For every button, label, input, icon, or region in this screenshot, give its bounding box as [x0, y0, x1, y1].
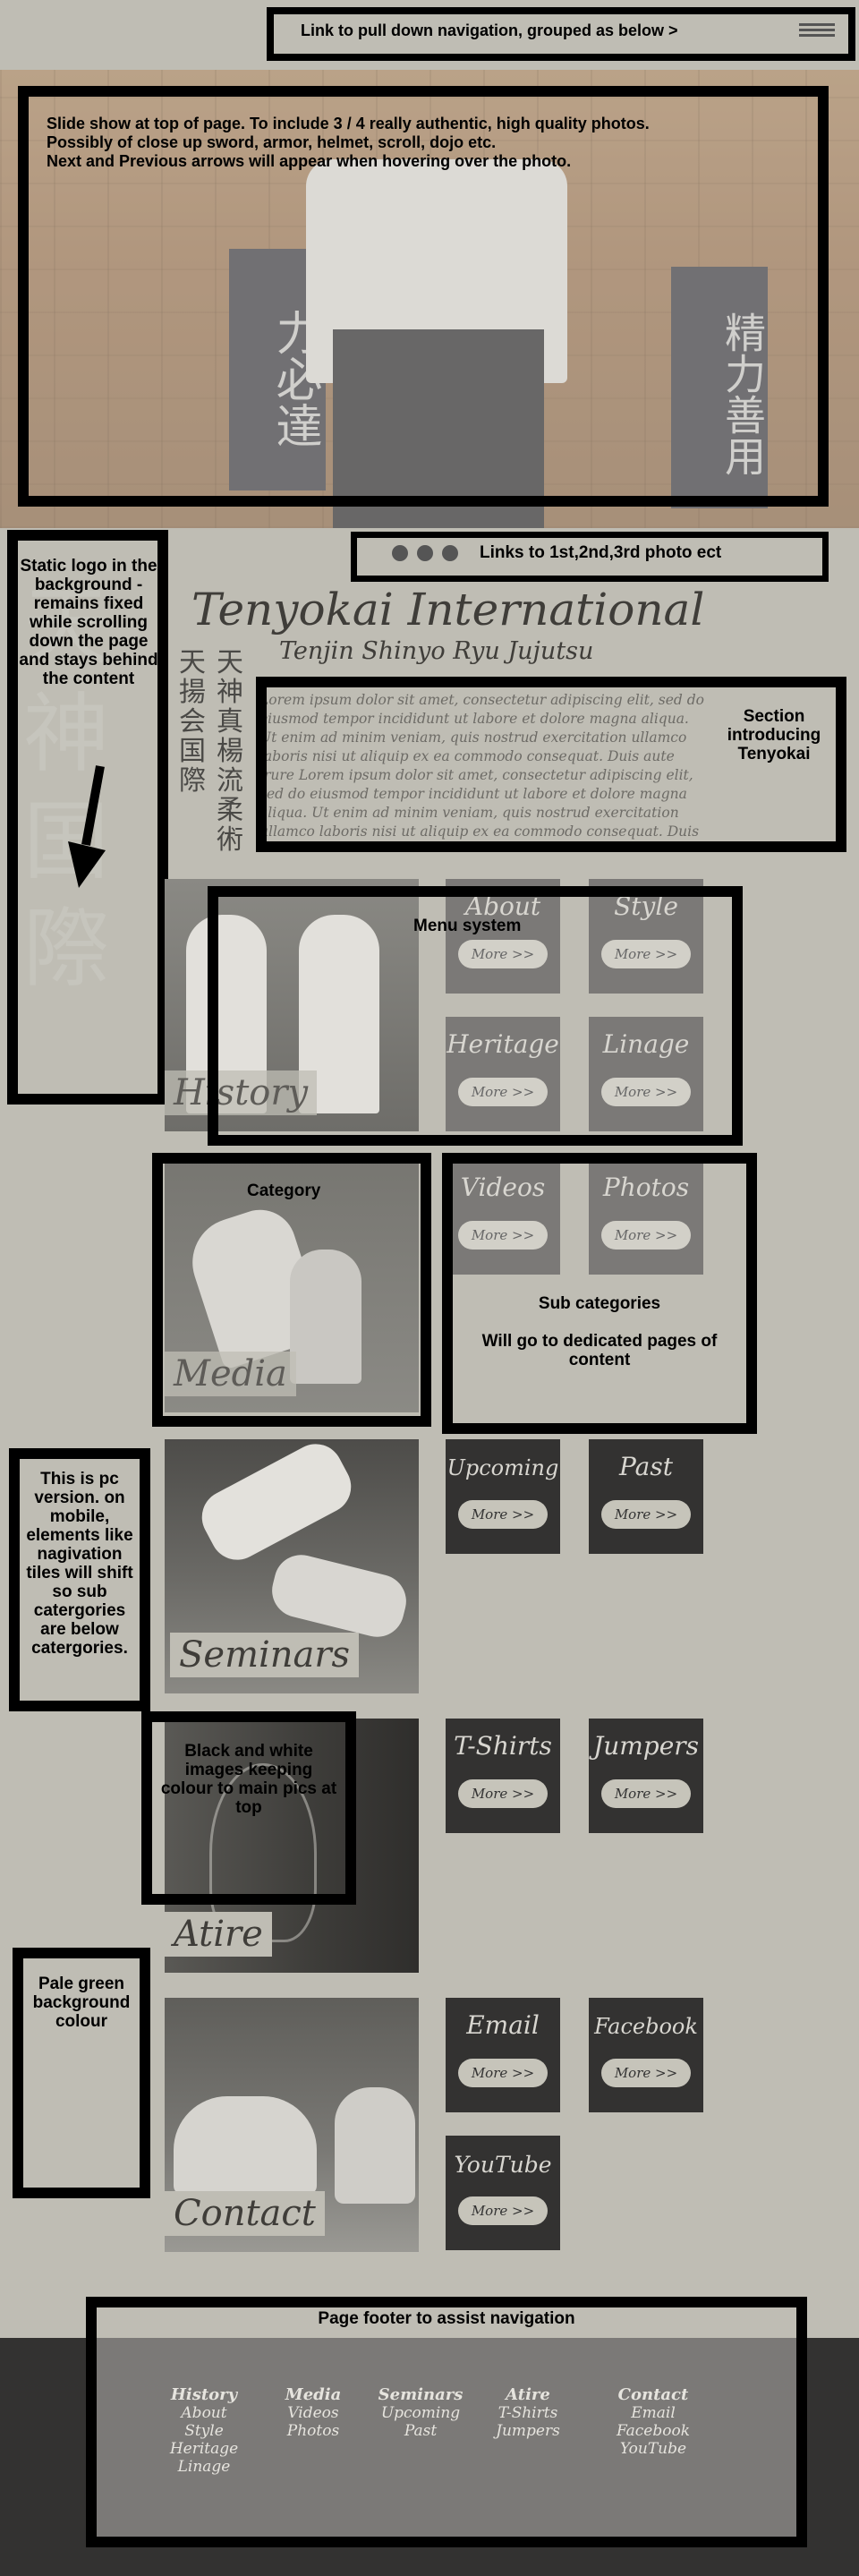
footer-col-contact: Contact Email Facebook YouTube: [608, 2386, 698, 2459]
pc-version-note: This is pc version. on mobile, elements …: [26, 1470, 133, 1658]
footer-col-seminars: Seminars Upcoming Past: [376, 2386, 465, 2441]
slide-dot-1[interactable]: [392, 545, 408, 561]
tile-youtube-more-button[interactable]: More >>: [458, 2196, 548, 2225]
slideshow-note: Slide show at top of page. To include 3 …: [47, 115, 650, 171]
sub-categories-note: Sub categories: [538, 1294, 661, 1313]
footer-link-about[interactable]: About: [159, 2404, 249, 2422]
site-subtitle: Tenjin Shinyo Ryu Jujutsu: [279, 637, 594, 665]
tile-upcoming-more-button[interactable]: More >>: [458, 1500, 548, 1529]
tile-tshirts-more-button[interactable]: More >>: [458, 1779, 548, 1808]
tile-facebook[interactable]: Facebook More >>: [589, 1998, 703, 2112]
slideshow-note-line-1: Slide show at top of page. To include 3 …: [47, 115, 650, 132]
footer-link-youtube[interactable]: YouTube: [608, 2440, 698, 2458]
footer-col-atire: Atire T-Shirts Jumpers: [483, 2386, 573, 2441]
footer-link-linage[interactable]: Linage: [159, 2458, 249, 2476]
tile-tshirts-label: T-Shirts: [454, 1731, 552, 1761]
tile-past-more-button[interactable]: More >>: [601, 1500, 691, 1529]
menu-system-note: Menu system: [413, 917, 522, 935]
logo-kanji-1: 天揚会国際: [179, 647, 206, 797]
tile-facebook-label: Facebook: [594, 2014, 698, 2039]
sub-categories-annotation: [442, 1153, 757, 1434]
tile-tshirts[interactable]: T-Shirts More >>: [446, 1719, 560, 1833]
down-arrow-icon: [68, 765, 106, 888]
slide-dot-2[interactable]: [417, 545, 433, 561]
tile-youtube-label: YouTube: [454, 2152, 552, 2178]
intro-annotation: [256, 677, 846, 852]
tile-facebook-more-button[interactable]: More >>: [601, 2059, 691, 2087]
footer-link-seminars[interactable]: Seminars: [376, 2386, 465, 2404]
footer-link-atire[interactable]: Atire: [483, 2386, 573, 2404]
hamburger-icon[interactable]: [799, 21, 835, 39]
footer-link-past[interactable]: Past: [376, 2422, 465, 2440]
footer-col-history: History About Style Heritage Linage: [159, 2386, 249, 2477]
intro-note: Section introducing Tenyokai: [727, 707, 821, 763]
tile-email-more-button[interactable]: More >>: [458, 2059, 548, 2087]
footer-link-email[interactable]: Email: [608, 2404, 698, 2422]
throw-figure-1: [192, 1439, 361, 1570]
pale-green-note: Pale green background colour: [32, 1975, 131, 2031]
black-white-note: Black and white images keeping colour to…: [160, 1742, 337, 1817]
site-title: Tenyokai International: [191, 584, 705, 635]
slideshow-note-line-3: Next and Previous arrows will appear whe…: [47, 152, 572, 170]
footer-link-jumpers[interactable]: Jumpers: [483, 2422, 573, 2440]
footer-link-tshirts[interactable]: T-Shirts: [483, 2404, 573, 2422]
tile-jumpers[interactable]: Jumpers More >>: [589, 1719, 703, 1833]
tile-past-label: Past: [619, 1452, 673, 1481]
bow-figure-2: [335, 2087, 415, 2204]
footer-link-heritage[interactable]: Heritage: [159, 2440, 249, 2458]
footer-link-contact[interactable]: Contact: [608, 2386, 698, 2404]
slide-dot-3[interactable]: [442, 545, 458, 561]
category-note: Category: [247, 1181, 321, 1200]
footer-link-upcoming[interactable]: Upcoming: [376, 2404, 465, 2422]
tile-jumpers-more-button[interactable]: More >>: [601, 1779, 691, 1808]
tile-email[interactable]: Email More >>: [446, 1998, 560, 2112]
tile-jumpers-label: Jumpers: [592, 1731, 700, 1761]
logo-note: Static logo in the background - remains …: [19, 557, 158, 688]
footer-link-history[interactable]: History: [159, 2386, 249, 2404]
footer-link-style[interactable]: Style: [159, 2422, 249, 2440]
category-seminars-label[interactable]: Seminars: [170, 1633, 360, 1677]
category-atire-label[interactable]: Atire: [165, 1912, 272, 1957]
footer-col-media: Media Videos Photos: [268, 2386, 358, 2441]
slideshow-note-line-2: Possibly of close up sword, armor, helme…: [47, 133, 497, 151]
tile-past[interactable]: Past More >>: [589, 1439, 703, 1554]
slide-links-note: Links to 1st,2nd,3rd photo ect: [480, 543, 722, 562]
pull-down-nav-link[interactable]: Link to pull down navigation, grouped as…: [301, 21, 678, 40]
footer-link-media[interactable]: Media: [268, 2386, 358, 2404]
category-contact-label[interactable]: Contact: [165, 2191, 325, 2236]
tile-upcoming[interactable]: Upcoming More >>: [446, 1439, 560, 1554]
footer-link-videos[interactable]: Videos: [268, 2404, 358, 2422]
footer-link-photos[interactable]: Photos: [268, 2422, 358, 2440]
tile-email-label: Email: [466, 2010, 540, 2040]
footer-link-facebook[interactable]: Facebook: [608, 2422, 698, 2440]
logo-kanji-2: 天神真楊流柔術: [217, 647, 243, 856]
tile-upcoming-label: Upcoming: [447, 1455, 559, 1480]
sub-categories-detail: Will go to dedicated pages of content: [481, 1332, 718, 1369]
bow-figure-1: [174, 2096, 317, 2195]
throw-figure-2: [266, 1548, 412, 1643]
footer-note: Page footer to assist navigation: [318, 2309, 575, 2328]
tile-youtube[interactable]: YouTube More >>: [446, 2136, 560, 2250]
